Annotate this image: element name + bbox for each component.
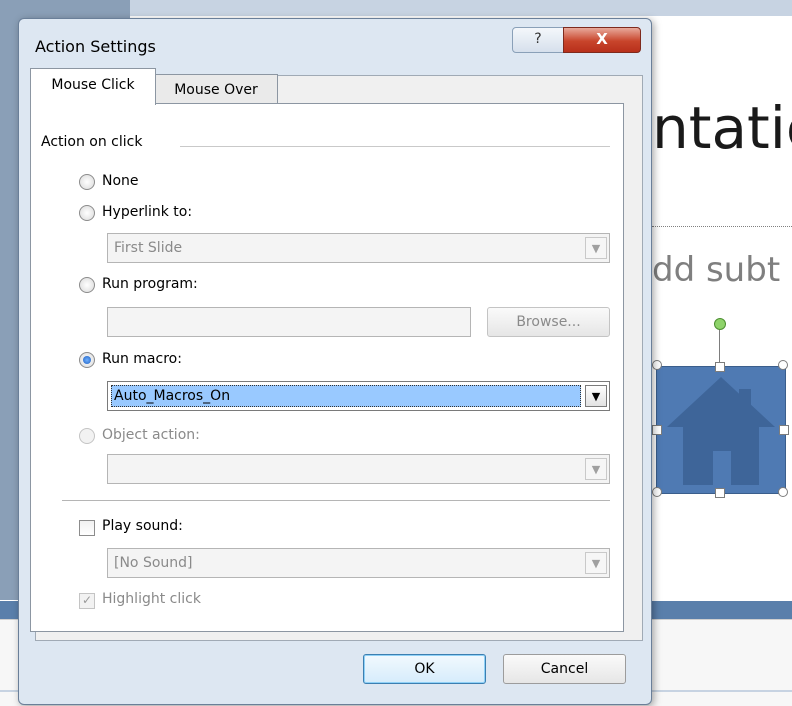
- resize-handle-top-right[interactable]: [778, 360, 788, 370]
- run-macro-radio[interactable]: [79, 352, 95, 368]
- resize-handle-left[interactable]: [652, 425, 662, 435]
- play-sound-value: [No Sound]: [114, 555, 193, 571]
- run-macro-select[interactable]: Auto_Macros_On ▼: [107, 381, 610, 411]
- rotation-line: [719, 328, 720, 366]
- run-program-radio[interactable]: [79, 277, 95, 293]
- play-sound-checkbox[interactable]: [79, 520, 95, 536]
- tab-mouse-over[interactable]: Mouse Over: [154, 74, 278, 105]
- house-icon: [667, 377, 775, 485]
- section-separator: [62, 500, 610, 501]
- object-action-radio[interactable]: [79, 428, 95, 444]
- close-button[interactable]: X: [563, 27, 641, 53]
- close-icon: X: [596, 30, 608, 48]
- group-divider: [180, 146, 610, 147]
- none-radio[interactable]: [79, 174, 95, 190]
- dropdown-arrow-icon[interactable]: ▼: [585, 385, 607, 407]
- none-label[interactable]: None: [102, 173, 139, 189]
- play-sound-select[interactable]: [No Sound] ▼: [107, 548, 610, 578]
- run-program-input[interactable]: [107, 307, 471, 337]
- highlight-click-label: Highlight click: [102, 591, 201, 607]
- help-button[interactable]: ?: [512, 27, 564, 53]
- hyperlink-radio[interactable]: [79, 205, 95, 221]
- app-top-strip: [130, 0, 792, 16]
- tab-mouse-click[interactable]: Mouse Click: [30, 68, 156, 105]
- resize-handle-bottom-right[interactable]: [778, 487, 788, 497]
- resize-handle-bottom[interactable]: [715, 488, 725, 498]
- object-action-select[interactable]: ▼: [107, 454, 610, 484]
- resize-handle-top[interactable]: [715, 362, 725, 372]
- ok-button[interactable]: OK: [363, 654, 486, 684]
- placeholder-border: [652, 226, 792, 227]
- dropdown-arrow-icon[interactable]: ▼: [585, 458, 607, 480]
- cancel-button[interactable]: Cancel: [503, 654, 626, 684]
- resize-handle-bottom-left[interactable]: [652, 487, 662, 497]
- resize-handle-right[interactable]: [779, 425, 789, 435]
- play-sound-label[interactable]: Play sound:: [102, 518, 183, 534]
- action-group-label: Action on click: [41, 134, 147, 150]
- rotation-handle[interactable]: [714, 318, 726, 330]
- highlight-click-checkbox[interactable]: ✓: [79, 593, 95, 609]
- browse-button[interactable]: Browse...: [487, 307, 610, 337]
- dialog-title: Action Settings: [35, 37, 156, 56]
- run-macro-value: Auto_Macros_On: [114, 388, 231, 404]
- house-shape[interactable]: [656, 366, 786, 494]
- help-icon: ?: [534, 31, 542, 47]
- dropdown-arrow-icon[interactable]: ▼: [585, 552, 607, 574]
- hyperlink-label[interactable]: Hyperlink to:: [102, 204, 192, 220]
- dropdown-arrow-icon[interactable]: ▼: [585, 237, 607, 259]
- slide-title[interactable]: ntatic: [652, 94, 792, 162]
- resize-handle-top-left[interactable]: [652, 360, 662, 370]
- run-program-label[interactable]: Run program:: [102, 276, 198, 292]
- object-action-label: Object action:: [102, 427, 200, 443]
- dialog-titlebar[interactable]: Action Settings ? X: [19, 19, 651, 73]
- hyperlink-value: First Slide: [114, 240, 183, 256]
- run-macro-label[interactable]: Run macro:: [102, 351, 182, 367]
- slide-subtitle[interactable]: dd subt: [652, 250, 780, 290]
- hyperlink-select[interactable]: First Slide ▼: [107, 233, 610, 263]
